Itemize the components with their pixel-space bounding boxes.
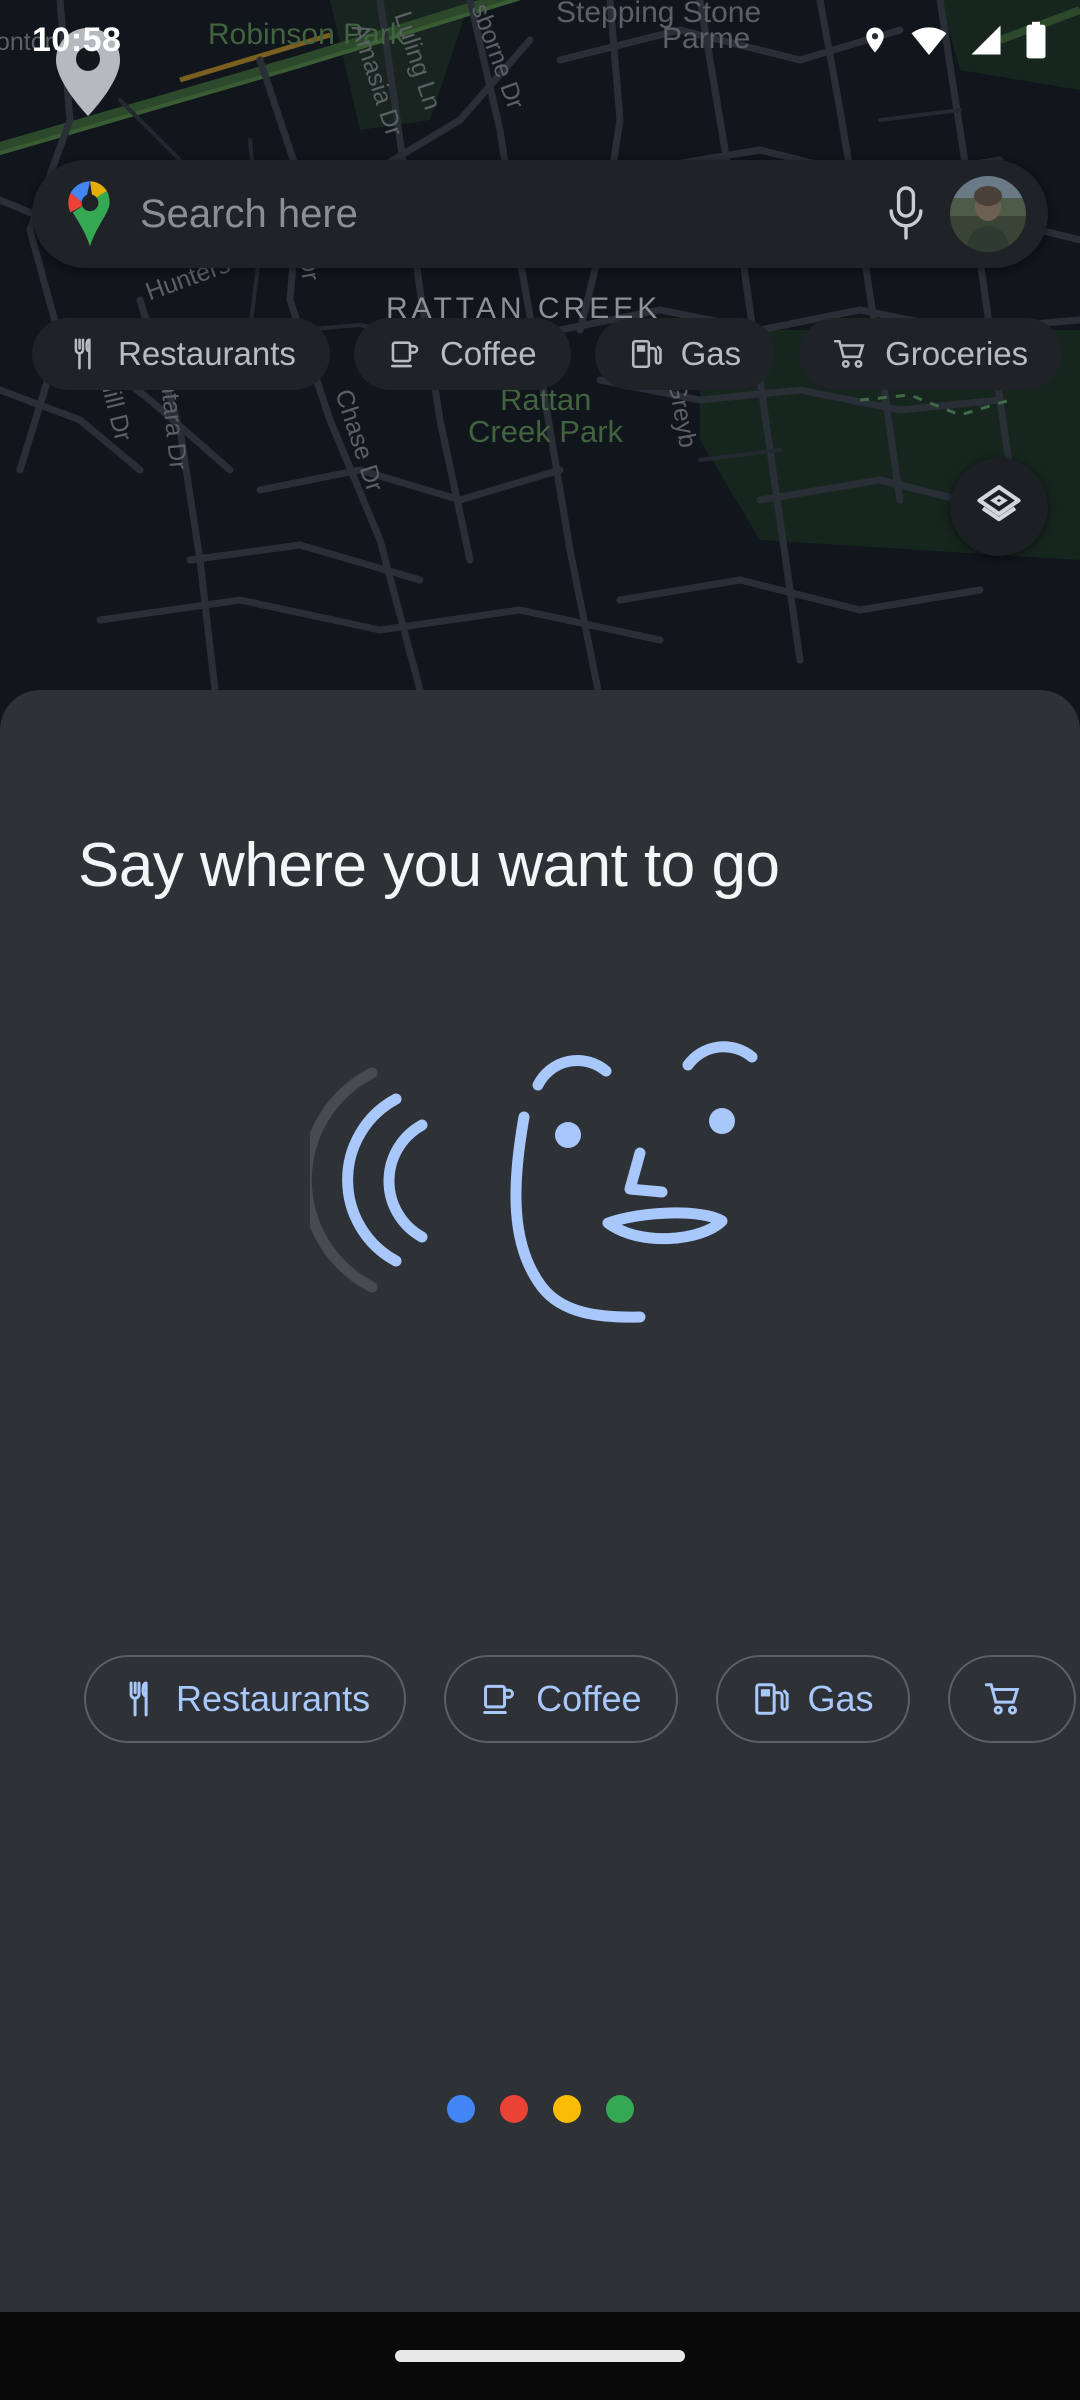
dot-yellow (553, 2095, 581, 2123)
chip-label: Gas (681, 335, 742, 373)
battery-icon (1024, 21, 1048, 59)
eye-left-icon (555, 1122, 581, 1148)
listening-illustration (0, 1025, 1080, 1355)
search-bar[interactable]: Search here (32, 160, 1048, 268)
search-input[interactable]: Search here (140, 192, 862, 237)
gas-station-icon (629, 337, 663, 371)
chip-label: Coffee (536, 1678, 641, 1720)
cell-signal-icon (968, 24, 1004, 56)
gas-station-icon (752, 1680, 790, 1718)
chip-label: Groceries (885, 335, 1028, 373)
coffee-icon (480, 1680, 518, 1718)
page-title: Say where you want to go (78, 830, 779, 901)
phone-screen: Robinson Park Stepping Stone Luling Ln A… (0, 0, 1080, 2400)
system-nav-bar (0, 2312, 1080, 2400)
suggestion-chip-coffee[interactable]: Coffee (444, 1655, 677, 1743)
shopping-cart-icon (833, 337, 867, 371)
status-icons (860, 21, 1048, 59)
dot-green (606, 2095, 634, 2123)
status-clock: 10:58 (32, 21, 121, 60)
restaurant-icon (120, 1680, 158, 1718)
location-pin-icon (860, 21, 890, 59)
chip-label: Coffee (440, 335, 537, 373)
voice-suggestion-chips: Restaurants Coffee Gas (84, 1655, 1076, 1743)
chip-restaurants[interactable]: Restaurants (32, 318, 330, 390)
suggestion-chip-groceries[interactable] (948, 1655, 1076, 1743)
chip-gas[interactable]: Gas (595, 318, 776, 390)
avatar-photo (950, 176, 1026, 252)
dot-red (500, 2095, 528, 2123)
layers-icon (973, 481, 1025, 533)
eye-right-icon (709, 1108, 735, 1134)
wifi-icon (910, 24, 948, 56)
avatar[interactable] (950, 176, 1026, 252)
restaurant-icon (66, 337, 100, 371)
chip-groceries[interactable]: Groceries (799, 318, 1062, 390)
chip-label: Restaurants (176, 1678, 370, 1720)
chip-label: Gas (808, 1678, 874, 1720)
chip-coffee[interactable]: Coffee (354, 318, 571, 390)
voice-search-panel: Say where you want to go (0, 690, 1080, 2312)
dot-blue (447, 2095, 475, 2123)
coffee-icon (388, 337, 422, 371)
map-layers-button[interactable] (950, 458, 1048, 556)
suggestion-chip-restaurants[interactable]: Restaurants (84, 1655, 406, 1743)
shopping-cart-icon (984, 1680, 1022, 1718)
status-bar: 10:58 (0, 0, 1080, 80)
suggestion-chip-gas[interactable]: Gas (716, 1655, 910, 1743)
microphone-icon[interactable] (884, 184, 928, 244)
map-category-chips: Restaurants Coffee Gas Grocer (32, 318, 1062, 390)
google-maps-pin-icon (62, 181, 118, 247)
gesture-nav-pill[interactable] (395, 2350, 685, 2362)
listening-face-icon (310, 1025, 770, 1355)
chip-label: Restaurants (118, 335, 296, 373)
assistant-listening-dots (0, 2095, 1080, 2123)
